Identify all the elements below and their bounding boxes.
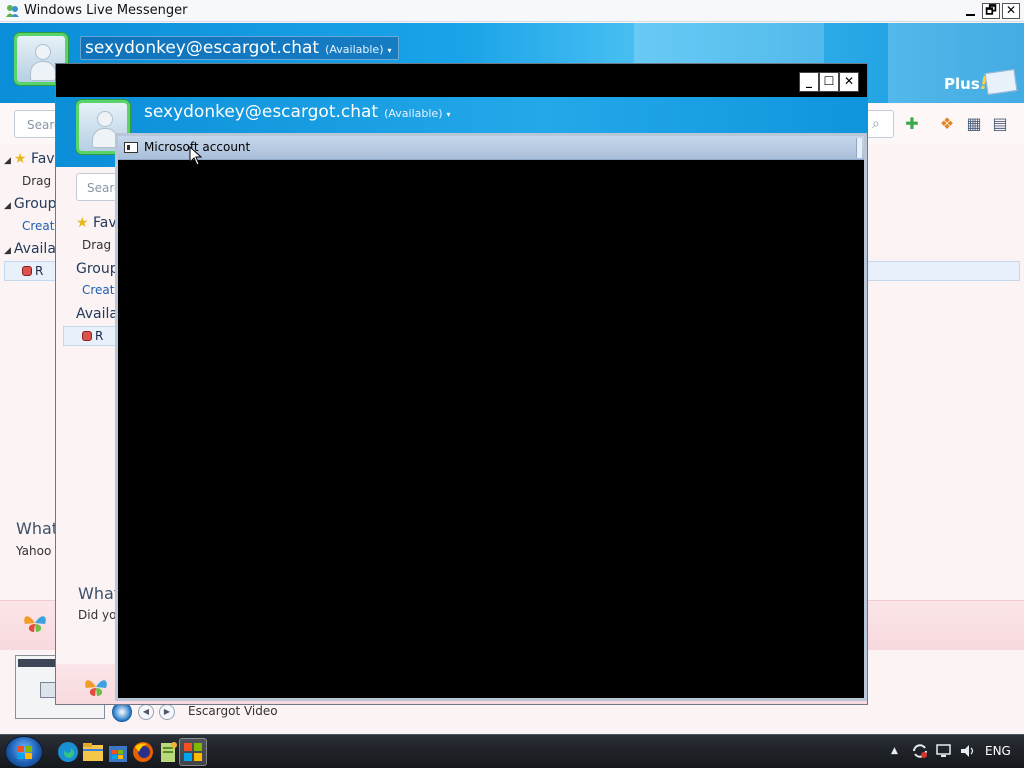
games-icon[interactable]: ❖ [937,114,957,134]
group-favorites[interactable]: ◢ ★ Fav [4,151,55,167]
group-favorites-label: Fav [30,151,55,167]
group-groups-label: Group [76,261,119,277]
whats-new-heading: What [78,584,121,603]
user-status: (Available) [384,107,443,120]
user-status-menu[interactable]: sexydonkey@escargot.chat (Available) ▾ [144,102,451,122]
user-status-menu[interactable]: sexydonkey@escargot.chat (Available) ▾ [80,36,399,60]
group-available-label: Availa [13,241,56,257]
plus-cards-icon[interactable] [984,69,1018,95]
layout-icon[interactable]: ▦ [964,114,984,134]
contact-name: R [95,329,104,343]
volume-icon[interactable] [959,742,977,760]
notepad-plus-icon[interactable] [155,738,181,766]
plus-label: Plus [944,75,980,93]
microsoft-account-dialog: Microsoft account [115,133,867,701]
window-title: Windows Live Messenger [24,3,188,18]
add-contact-icon[interactable]: ✚ [902,114,922,134]
minimize-button[interactable] [962,3,980,19]
whats-new-text: Yahoo [16,544,52,558]
start-button[interactable] [5,736,43,768]
msn-butterfly-icon[interactable] [83,676,109,698]
chevron-down-icon: ▾ [387,46,392,55]
dialog-content[interactable] [118,160,864,698]
contact-row[interactable]: R [63,326,123,346]
chevron-down-icon: ▾ [446,110,451,119]
maximize-button[interactable]: ☐ [819,72,839,92]
network-icon[interactable] [935,742,953,760]
windows-logo-icon [17,746,33,760]
file-explorer-icon[interactable] [80,738,106,766]
sync-icon[interactable] [911,742,929,760]
msn-butterfly-icon[interactable] [22,612,48,634]
window-controls: _ ☐ ✕ [799,72,861,94]
options-icon[interactable]: ▤ [990,114,1010,134]
busy-status-icon [82,331,92,341]
taskbar: ▲ ENG [0,734,1024,768]
edge-icon[interactable] [55,738,81,766]
firefox-icon[interactable] [130,738,156,766]
video-label[interactable]: Escargot Video [188,704,278,718]
group-groups[interactable]: ◢ Group [4,196,57,212]
minimize-button[interactable]: _ [799,72,819,92]
user-status: (Available) [325,43,384,56]
group-available[interactable]: Availa [76,306,118,322]
group-favorites[interactable]: ★ Fav [76,215,117,231]
microsoft-logo-icon [184,743,202,761]
video-play-icon[interactable] [112,702,132,722]
messenger-plus-logo[interactable]: Plus! [944,73,988,94]
whats-new-text: Did yo [78,608,117,622]
messenger-icon [6,5,19,17]
close-button[interactable]: ✕ [839,72,859,92]
group-available-label: Availa [76,306,118,322]
whats-new-heading: What [16,519,59,538]
close-button[interactable]: ✕ [1002,3,1020,19]
group-groups[interactable]: Group [76,261,119,277]
messenger-active-taskbar-button[interactable] [179,738,207,766]
title-bar[interactable]: Windows Live Messenger 🗗 ✕ [0,0,1024,22]
language-indicator[interactable]: ENG [985,744,1011,758]
video-next-button[interactable]: ▶ [159,704,175,720]
contact-name: R [35,264,44,278]
window-icon [124,142,138,153]
show-hidden-icons-button[interactable]: ▲ [891,746,898,756]
user-name: sexydonkey@escargot.chat [144,102,379,122]
dialog-title-edge [856,138,862,158]
store-icon[interactable] [105,738,131,766]
busy-status-icon [22,266,32,276]
group-favorites-label: Fav [93,215,117,231]
group-groups-label: Group [13,196,57,212]
search-icon[interactable]: ⌕ [872,116,890,134]
restore-button[interactable]: 🗗 [982,3,1000,19]
group-available[interactable]: ◢ Availa [4,241,56,257]
second-title-bar[interactable]: _ ☐ ✕ [56,64,867,97]
mouse-cursor-icon [189,146,203,166]
user-name: sexydonkey@escargot.chat [85,38,320,58]
dialog-title-bar[interactable]: Microsoft account [118,136,864,160]
video-prev-button[interactable]: ◀ [138,704,154,720]
